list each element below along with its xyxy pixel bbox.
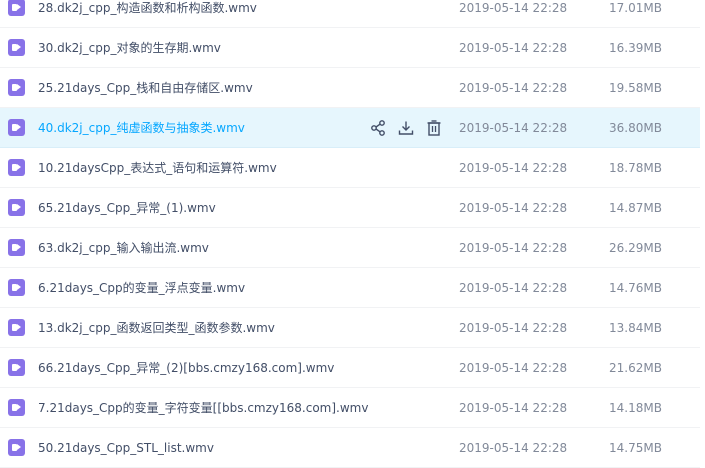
file-row[interactable]: 63.dk2j_cpp_输入输出流.wmv 2019-05-14 22:28 2… bbox=[0, 228, 700, 268]
file-name[interactable]: 28.dk2j_cpp_构造函数和析构函数.wmv bbox=[38, 0, 257, 28]
share-icon[interactable] bbox=[369, 119, 387, 137]
video-file-icon bbox=[8, 319, 25, 336]
file-modified-date: 2019-05-14 22:28 bbox=[459, 41, 568, 55]
video-file-icon bbox=[8, 79, 25, 96]
file-row[interactable]: 10.21daysCpp_表达式_语句和运算符.wmv 2019-05-14 2… bbox=[0, 148, 700, 188]
file-name[interactable]: 66.21days_Cpp_异常_(2)[bbs.cmzy168.com].wm… bbox=[38, 348, 334, 388]
video-file-icon bbox=[8, 0, 25, 16]
file-modified-date: 2019-05-14 22:28 bbox=[459, 161, 568, 175]
video-file-icon bbox=[8, 39, 25, 56]
file-name[interactable]: 6.21days_Cpp的变量_浮点变量.wmv bbox=[38, 268, 245, 308]
video-file-icon bbox=[8, 279, 25, 296]
file-name[interactable]: 7.21days_Cpp的变量_字符变量[[bbs.cmzy168.com].w… bbox=[38, 388, 368, 428]
file-row[interactable]: 7.21days_Cpp的变量_字符变量[[bbs.cmzy168.com].w… bbox=[0, 388, 700, 428]
file-size: 14.18MB bbox=[609, 401, 662, 415]
file-size: 18.78MB bbox=[609, 161, 662, 175]
video-file-icon bbox=[8, 399, 25, 416]
file-modified-date: 2019-05-14 22:28 bbox=[459, 401, 568, 415]
video-file-icon bbox=[8, 439, 25, 456]
file-name[interactable]: 25.21days_Cpp_栈和自由存储区.wmv bbox=[38, 68, 253, 108]
file-row[interactable]: 13.dk2j_cpp_函数返回类型_函数参数.wmv 2019-05-14 2… bbox=[0, 308, 700, 348]
file-size: 13.84MB bbox=[609, 321, 662, 335]
file-name[interactable]: 65.21days_Cpp_异常_(1).wmv bbox=[38, 188, 216, 228]
file-modified-date: 2019-05-14 22:28 bbox=[459, 441, 568, 455]
file-modified-date: 2019-05-14 22:28 bbox=[459, 121, 568, 135]
file-row[interactable]: 6.21days_Cpp的变量_浮点变量.wmv 2019-05-14 22:2… bbox=[0, 268, 700, 308]
download-icon[interactable] bbox=[397, 119, 415, 137]
file-modified-date: 2019-05-14 22:28 bbox=[459, 201, 568, 215]
file-modified-date: 2019-05-14 22:28 bbox=[459, 241, 568, 255]
file-row[interactable]: 65.21days_Cpp_异常_(1).wmv 2019-05-14 22:2… bbox=[0, 188, 700, 228]
file-name[interactable]: 40.dk2j_cpp_纯虚函数与抽象类.wmv bbox=[38, 108, 245, 148]
file-size: 14.87MB bbox=[609, 201, 662, 215]
video-file-icon bbox=[8, 119, 25, 136]
file-name[interactable]: 63.dk2j_cpp_输入输出流.wmv bbox=[38, 228, 209, 268]
file-size: 21.62MB bbox=[609, 361, 662, 375]
file-modified-date: 2019-05-14 22:28 bbox=[459, 1, 568, 15]
video-file-icon bbox=[8, 199, 25, 216]
video-file-icon bbox=[8, 359, 25, 376]
file-size: 16.39MB bbox=[609, 41, 662, 55]
file-modified-date: 2019-05-14 22:28 bbox=[459, 321, 568, 335]
file-size: 19.58MB bbox=[609, 81, 662, 95]
file-name[interactable]: 13.dk2j_cpp_函数返回类型_函数参数.wmv bbox=[38, 308, 275, 348]
file-name[interactable]: 30.dk2j_cpp_对象的生存期.wmv bbox=[38, 28, 221, 68]
file-row[interactable]: 28.dk2j_cpp_构造函数和析构函数.wmv 2019-05-14 22:… bbox=[0, 0, 700, 28]
file-row[interactable]: 66.21days_Cpp_异常_(2)[bbs.cmzy168.com].wm… bbox=[0, 348, 700, 388]
file-name[interactable]: 10.21daysCpp_表达式_语句和运算符.wmv bbox=[38, 148, 277, 188]
file-row[interactable]: 30.dk2j_cpp_对象的生存期.wmv 2019-05-14 22:28 … bbox=[0, 28, 700, 68]
file-row-hovered[interactable]: 40.dk2j_cpp_纯虚函数与抽象类.wmv 2019-05-14 22:2… bbox=[0, 108, 700, 148]
file-size: 36.80MB bbox=[609, 121, 662, 135]
file-modified-date: 2019-05-14 22:28 bbox=[459, 281, 568, 295]
video-file-icon bbox=[8, 159, 25, 176]
trash-icon[interactable] bbox=[425, 119, 443, 137]
file-modified-date: 2019-05-14 22:28 bbox=[459, 361, 568, 375]
file-size: 17.01MB bbox=[609, 1, 662, 15]
file-list: 28.dk2j_cpp_构造函数和析构函数.wmv 2019-05-14 22:… bbox=[0, 0, 705, 468]
file-size: 26.29MB bbox=[609, 241, 662, 255]
video-file-icon bbox=[8, 239, 25, 256]
file-row[interactable]: 25.21days_Cpp_栈和自由存储区.wmv 2019-05-14 22:… bbox=[0, 68, 700, 108]
file-modified-date: 2019-05-14 22:28 bbox=[459, 81, 568, 95]
file-row[interactable]: 50.21days_Cpp_STL_list.wmv 2019-05-14 22… bbox=[0, 428, 700, 468]
file-size: 14.75MB bbox=[609, 441, 662, 455]
file-name[interactable]: 50.21days_Cpp_STL_list.wmv bbox=[38, 428, 214, 468]
file-size: 14.76MB bbox=[609, 281, 662, 295]
